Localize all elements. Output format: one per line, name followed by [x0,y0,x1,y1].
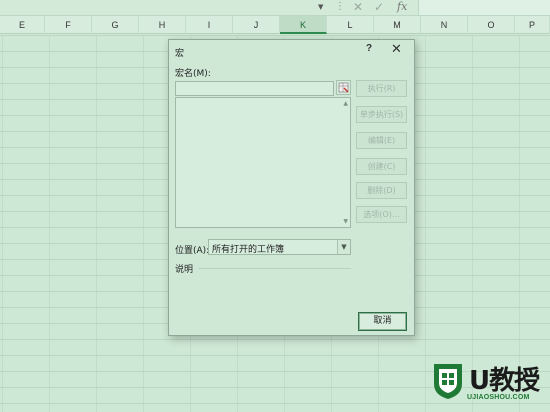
column-header[interactable]: L [327,16,374,34]
column-header[interactable]: P [515,16,550,34]
location-label: 位置(A): [175,246,210,256]
column-header[interactable]: G [92,16,139,34]
column-header-selected[interactable]: K [280,16,327,34]
scroll-up-icon[interactable]: ▲ [343,100,348,107]
shield-logo-icon [434,364,462,399]
description-divider [199,268,351,269]
macro-name-input[interactable] [175,81,334,96]
formula-bar: ▼ ⋮ ✕ ✓ fx [0,0,550,16]
cancel-formula-icon[interactable]: ✕ [353,0,363,14]
watermark-brand: U教授 [469,366,540,396]
delete-button[interactable]: 删除(D) [356,182,407,199]
enter-formula-icon[interactable]: ✓ [374,0,384,14]
step-into-button[interactable]: 单步执行(S) [356,106,407,123]
column-header[interactable]: I [186,16,233,34]
name-box-dropdown-icon[interactable]: ▼ [318,3,323,11]
create-button[interactable]: 创建(C) [356,158,407,175]
location-select[interactable]: 所有打开的工作簿 ▼ [208,239,351,255]
insert-function-icon[interactable]: fx [397,0,407,13]
help-button[interactable]: ? [366,43,372,54]
chevron-down-icon[interactable]: ▼ [337,240,350,254]
description-label: 说明 [175,265,194,275]
formula-input[interactable] [418,0,550,15]
watermark-logo: U教授 UJIAOSHOU.COM [427,360,550,412]
scroll-down-icon[interactable]: ▼ [343,218,348,225]
column-header[interactable]: H [139,16,186,34]
column-header[interactable]: J [233,16,280,34]
column-header-row: E F G H I J K L M N O P [0,16,550,34]
column-header[interactable]: E [0,16,45,34]
cell-reference-picker-icon[interactable] [336,80,351,95]
close-icon[interactable]: ✕ [391,41,402,57]
location-value: 所有打开的工作簿 [212,245,285,255]
formula-bar-separator[interactable]: ⋮ [335,1,345,12]
run-button[interactable]: 执行(R) [356,80,407,97]
watermark-url: UJIAOSHOU.COM [467,394,530,401]
options-button[interactable]: 选项(O)... [356,206,407,223]
macro-dialog: 宏 ? ✕ 宏名(M): ▲ ▼ 执行(R) 单步执行(S) 编辑(E) 创建(… [168,39,415,336]
column-header[interactable]: F [45,16,92,34]
cancel-button[interactable]: 取消 [358,312,407,331]
column-header[interactable]: N [421,16,468,34]
column-header[interactable]: O [468,16,515,34]
macro-name-label: 宏名(M): [175,69,211,79]
column-header[interactable]: M [374,16,421,34]
dialog-title: 宏 [175,49,185,59]
macro-list[interactable]: ▲ ▼ [175,97,351,228]
edit-button[interactable]: 编辑(E) [356,132,407,149]
